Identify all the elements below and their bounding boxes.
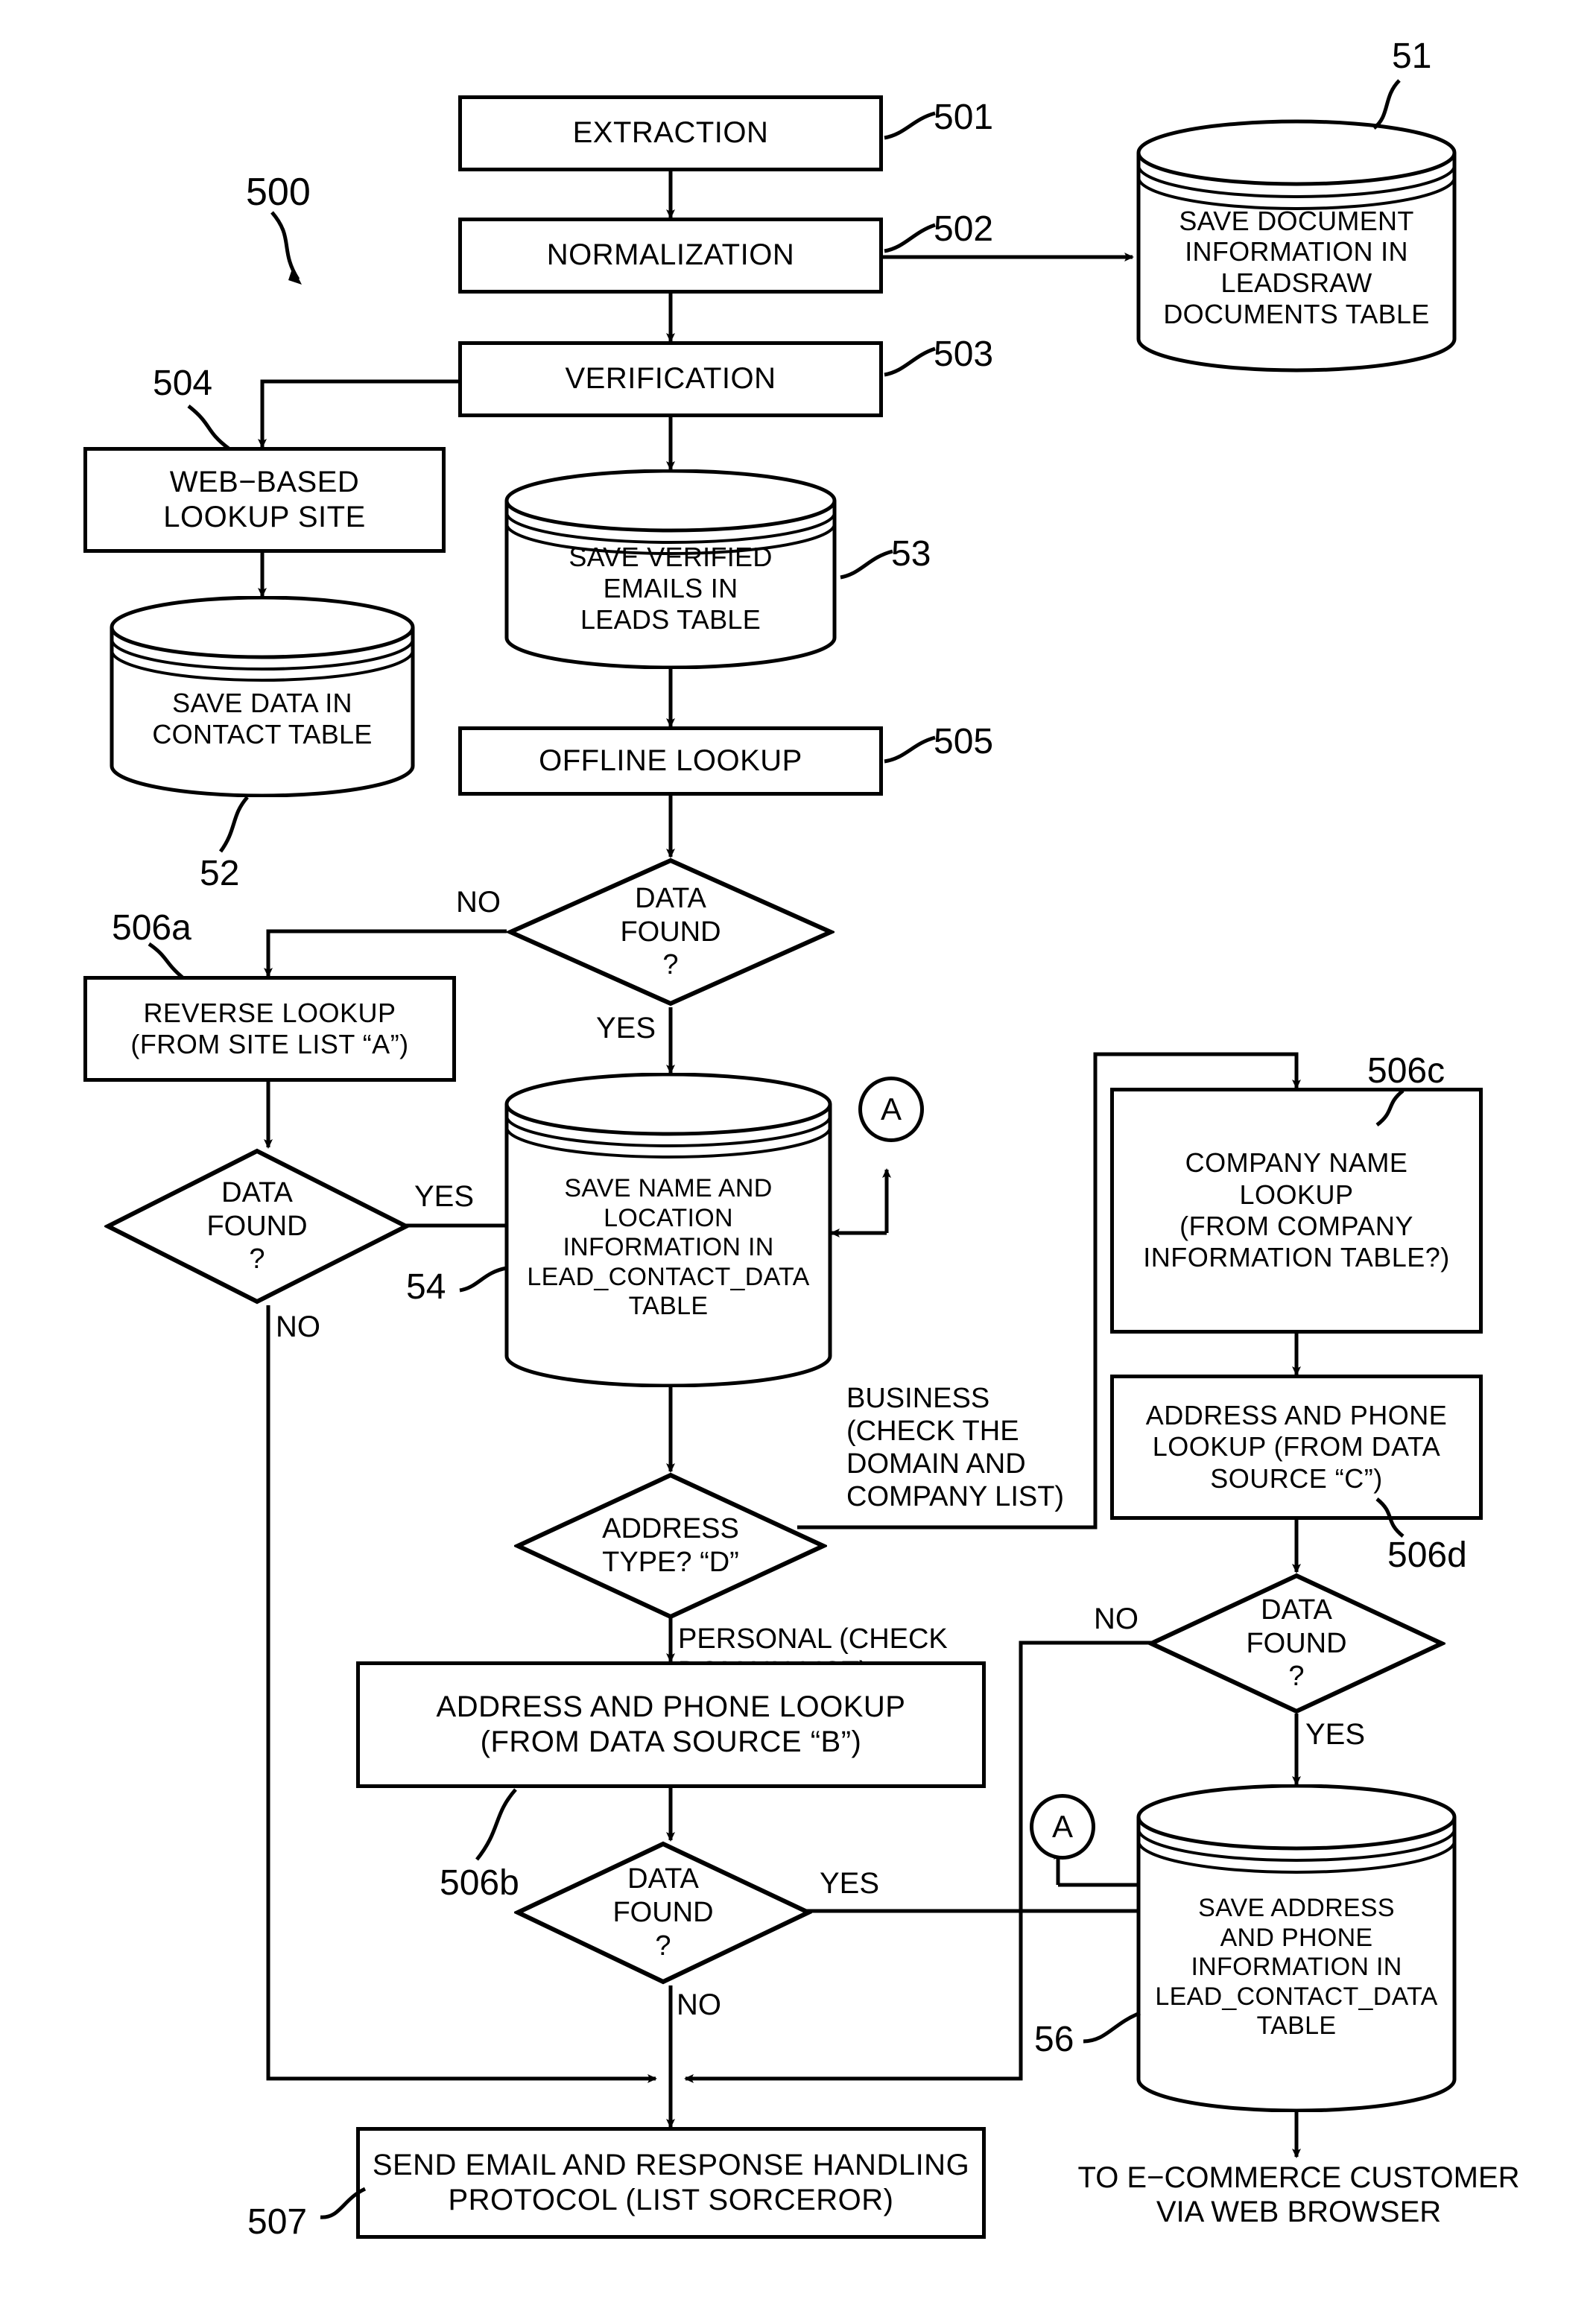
node-address-phone-lookup-b[interactable]: ADDRESS AND PHONE LOOKUP (FROM DATA SOUR…: [356, 1661, 986, 1788]
ref-502-leader: [884, 223, 936, 253]
ref-53-leader: [840, 549, 893, 580]
edge-label-yes-4: YES: [1305, 1718, 1366, 1751]
decision-data-found-offline[interactable]: DATA FOUND ?: [507, 857, 835, 1007]
ref-56: 56: [1034, 2020, 1074, 2059]
connector-a-bottom-label: A: [1051, 1809, 1073, 1844]
ref-507: 507: [247, 2202, 308, 2242]
decision-address-type[interactable]: ADDRESS TYPE? “D”: [514, 1471, 827, 1620]
ref-506d-leader: [1375, 1497, 1405, 1538]
ref-504: 504: [153, 364, 213, 403]
edge-label-no-1: NO: [456, 886, 501, 919]
ref-501: 501: [934, 98, 994, 137]
ref-54-leader: [459, 1266, 507, 1293]
ref-504-leader: [187, 405, 230, 450]
node-save-data-contact-table-label: SAVE DATA IN CONTACT TABLE: [152, 688, 373, 749]
node-save-verified-emails[interactable]: SAVE VERIFIED EMAILS IN LEADS TABLE: [501, 469, 840, 669]
ref-507-leader: [320, 2187, 367, 2219]
node-extraction-label: EXTRACTION: [572, 116, 769, 150]
node-web-based-lookup-site-label: WEB−BASED LOOKUP SITE: [163, 465, 366, 533]
node-save-document-info-label: SAVE DOCUMENT INFORMATION IN LEADSRAW DO…: [1163, 205, 1430, 329]
connector-a-bottom: A: [1030, 1794, 1095, 1860]
figure-reference-500: 500: [246, 171, 311, 214]
ref-505: 505: [934, 722, 994, 761]
ref-502: 502: [934, 209, 994, 249]
decision-data-found-source-b[interactable]: DATA FOUND ?: [514, 1840, 812, 1985]
figure-500-leader: [270, 211, 302, 285]
node-save-name-location-label: SAVE NAME AND LOCATION INFORMATION IN LE…: [527, 1174, 810, 1321]
ref-52-leader: [218, 796, 249, 853]
edge-label-no-3: NO: [677, 1988, 721, 2021]
node-web-based-lookup-site[interactable]: WEB−BASED LOOKUP SITE: [83, 447, 446, 553]
node-normalization[interactable]: NORMALIZATION: [458, 218, 883, 294]
node-send-email-protocol[interactable]: SEND EMAIL AND RESPONSE HANDLING PROTOCO…: [356, 2127, 986, 2239]
ref-51: 51: [1392, 37, 1432, 76]
node-save-address-phone[interactable]: SAVE ADDRESS AND PHONE INFORMATION IN LE…: [1133, 1784, 1460, 2112]
ref-506c: 506c: [1367, 1051, 1445, 1091]
ref-506a-leader: [148, 942, 184, 979]
decision-data-found-source-c-label: DATA FOUND ?: [1246, 1594, 1347, 1693]
decision-data-found-reverse[interactable]: DATA FOUND ?: [104, 1147, 410, 1305]
decision-data-found-offline-label: DATA FOUND ?: [620, 882, 721, 981]
node-save-name-location[interactable]: SAVE NAME AND LOCATION INFORMATION IN LE…: [501, 1073, 836, 1387]
node-save-data-contact-table[interactable]: SAVE DATA IN CONTACT TABLE: [106, 596, 419, 797]
node-offline-lookup-label: OFFLINE LOOKUP: [539, 744, 802, 777]
terminal-note-ecommerce: TO E−COMMERCE CUSTOMER VIA WEB BROWSER: [1077, 2161, 1520, 2229]
node-reverse-lookup-label: REVERSE LOOKUP (FROM SITE LIST “A”): [130, 997, 409, 1059]
node-normalization-label: NORMALIZATION: [546, 238, 795, 272]
node-extraction[interactable]: EXTRACTION: [458, 95, 883, 171]
edge-label-no-2: NO: [276, 1310, 320, 1343]
edge-label-business: BUSINESS (CHECK THE DOMAIN AND COMPANY L…: [846, 1383, 1065, 1513]
node-save-document-info[interactable]: SAVE DOCUMENT INFORMATION IN LEADSRAW DO…: [1133, 119, 1460, 373]
connector-a-top-label: A: [880, 1091, 902, 1126]
patent-flowchart-figure: 500 EXTRACTION 501 NORMALIZATION 502 VER…: [0, 0, 1596, 2317]
ref-503: 503: [934, 335, 994, 374]
ref-501-leader: [884, 111, 936, 140]
decision-data-found-source-c[interactable]: DATA FOUND ?: [1147, 1572, 1445, 1715]
ref-56-leader: [1083, 2011, 1141, 2044]
decision-data-found-reverse-label: DATA FOUND ?: [206, 1176, 308, 1275]
node-verification-label: VERIFICATION: [565, 362, 776, 396]
connector-a-top: A: [858, 1077, 924, 1142]
edge-label-yes-2: YES: [414, 1180, 475, 1213]
node-company-name-lookup-label: COMPANY NAME LOOKUP (FROM COMPANY INFORM…: [1143, 1147, 1450, 1273]
node-offline-lookup[interactable]: OFFLINE LOOKUP: [458, 726, 883, 796]
ref-503-leader: [884, 346, 936, 377]
edge-label-yes-1: YES: [596, 1012, 656, 1045]
ref-51-leader: [1372, 79, 1401, 130]
decision-data-found-source-b-label: DATA FOUND ?: [612, 1863, 714, 1962]
ref-54: 54: [406, 1267, 446, 1307]
node-save-verified-emails-label: SAVE VERIFIED EMAILS IN LEADS TABLE: [569, 542, 773, 635]
node-reverse-lookup[interactable]: REVERSE LOOKUP (FROM SITE LIST “A”): [83, 976, 456, 1082]
node-save-address-phone-label: SAVE ADDRESS AND PHONE INFORMATION IN LE…: [1155, 1894, 1438, 2041]
ref-506c-leader: [1375, 1089, 1405, 1126]
ref-505-leader: [884, 735, 936, 764]
node-send-email-protocol-label: SEND EMAIL AND RESPONSE HANDLING PROTOCO…: [372, 2148, 970, 2216]
node-address-phone-lookup-c-label: ADDRESS AND PHONE LOOKUP (FROM DATA SOUR…: [1145, 1399, 1448, 1494]
decision-address-type-label: ADDRESS TYPE? “D”: [602, 1513, 739, 1578]
node-address-phone-lookup-b-label: ADDRESS AND PHONE LOOKUP (FROM DATA SOUR…: [436, 1690, 906, 1758]
edge-label-yes-3: YES: [820, 1867, 880, 1900]
node-verification[interactable]: VERIFICATION: [458, 341, 883, 417]
edge-label-no-4: NO: [1094, 1603, 1139, 1635]
